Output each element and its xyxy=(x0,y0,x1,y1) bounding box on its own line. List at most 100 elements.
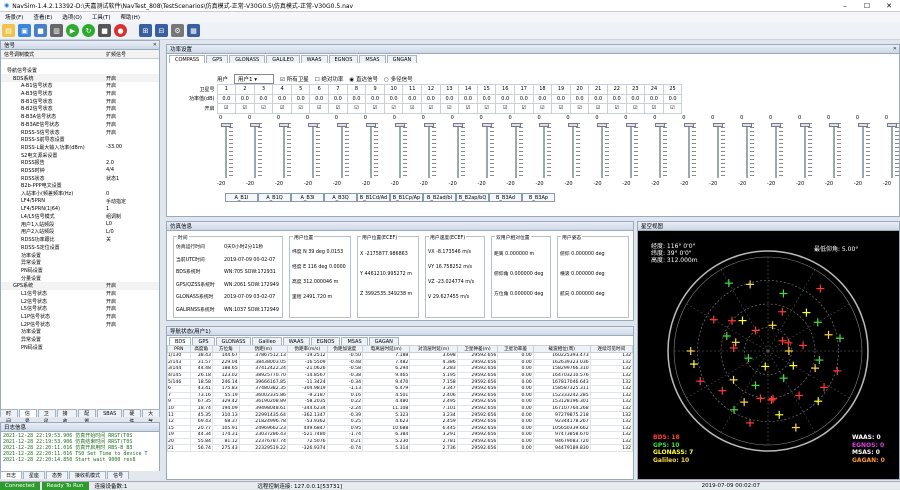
nav-row[interactable]: 7 73.16 55.19 36002335.86 -9.2187 0.16 4.501 2.… xyxy=(167,391,633,400)
tree-row[interactable]: PN码设置 xyxy=(1,267,159,275)
nav-col-header[interactable]: 卫星功率差 xyxy=(497,345,534,353)
tree-row[interactable]: RDSS-S信号状态 开启 xyxy=(1,128,159,136)
tree-tab[interactable]: 大气 xyxy=(142,409,161,425)
nav-tab[interactable]: Galileo xyxy=(252,337,282,345)
log-tab[interactable]: 日志 xyxy=(0,471,23,479)
satellite-marker[interactable] xyxy=(824,330,833,339)
sat-enable-checkbox[interactable]: ☑ xyxy=(253,103,274,114)
satellite-marker[interactable] xyxy=(813,318,822,327)
satellite-marker[interactable] xyxy=(833,366,842,375)
slider-thumb[interactable] xyxy=(626,123,637,127)
slider-thumb[interactable] xyxy=(394,123,405,127)
tree-tab[interactable]: SBAS xyxy=(97,409,123,417)
refresh-icon[interactable]: ↻ xyxy=(82,24,95,37)
nav-row[interactable]: 4/145 26.18 123.02 38925770.70 -14.8567 -0.38… xyxy=(167,371,633,380)
power-value-input[interactable]: 0.0 xyxy=(476,93,497,104)
satellite-marker[interactable] xyxy=(811,364,820,373)
power-value-input[interactable]: 0.0 xyxy=(383,93,404,104)
sat-enable-checkbox[interactable]: ☑ xyxy=(328,103,348,114)
power-slider[interactable]: 0 -20 xyxy=(246,115,264,191)
tree-row[interactable]: 功率设置 xyxy=(1,251,159,259)
sat-enable-checkbox[interactable]: ☑ xyxy=(290,103,311,114)
nav-tab[interactable]: GAGAN xyxy=(368,337,399,345)
power-value-input[interactable]: 0.0 xyxy=(551,93,571,104)
sat-enable-checkbox[interactable]: ☑ xyxy=(606,103,627,114)
slider-thumb[interactable] xyxy=(452,123,463,127)
power-value-input[interactable]: 0.0 xyxy=(290,93,311,104)
nav-row[interactable]: 10 18.74 194.09 39498048.61 -344.6234 -2.24 11… xyxy=(167,404,633,413)
nav-col-header[interactable]: 电离层时延(m) xyxy=(362,345,411,353)
nav-col-header[interactable]: 高度角 xyxy=(189,345,213,353)
power-slider[interactable]: 0 -20 xyxy=(622,115,640,191)
tree-row[interactable] xyxy=(1,59,159,67)
nav-row[interactable]: 5/146 18.58 246.14 39666167.85 -11.3424 -0.34… xyxy=(167,378,633,386)
power-slider[interactable]: 0 -20 xyxy=(333,115,351,191)
power-value-input[interactable]: 0.0 xyxy=(625,93,646,104)
power-slider[interactable]: 0 -20 xyxy=(796,115,814,191)
satellite-marker[interactable] xyxy=(815,356,824,365)
sat-enable-checkbox[interactable]: ☑ xyxy=(551,103,571,114)
satellite-marker[interactable] xyxy=(767,395,776,404)
satellite-marker[interactable] xyxy=(802,308,811,317)
power-value-input[interactable]: 0.0 xyxy=(216,93,237,104)
nav-tab[interactable]: BDS xyxy=(169,337,192,345)
power-slider[interactable]: 0 -20 xyxy=(680,115,698,191)
network2-icon[interactable]: ⊟ xyxy=(155,24,168,37)
signal-button[interactable]: B_B3Ad xyxy=(489,193,522,202)
print-icon[interactable]: ▥ xyxy=(50,24,63,37)
abs-power-checkbox[interactable]: ☐ 绝对功率 xyxy=(315,75,344,83)
sat-enable-checkbox[interactable]: ☑ xyxy=(383,103,404,114)
sat-enable-checkbox[interactable]: ☑ xyxy=(495,103,515,114)
tree-row[interactable]: LF4/5PRN 手动指定 xyxy=(1,197,159,205)
power-value-input[interactable]: 0.0 xyxy=(365,93,385,104)
power-value-input[interactable]: 0.0 xyxy=(439,93,460,104)
slider-thumb[interactable] xyxy=(655,123,666,127)
slider-thumb[interactable] xyxy=(597,123,608,127)
satellite-marker[interactable] xyxy=(738,316,747,325)
power-value-input[interactable]: 0.0 xyxy=(644,93,664,104)
power-slider[interactable]: 0 -20 xyxy=(449,115,467,191)
satellite-marker[interactable] xyxy=(756,394,765,403)
slider-thumb[interactable] xyxy=(510,123,521,127)
power-slider[interactable]: 0 -20 xyxy=(535,115,553,191)
satellite-marker[interactable] xyxy=(814,397,823,406)
menu-view[interactable]: 查看(E) xyxy=(28,13,57,21)
slider-thumb[interactable] xyxy=(828,123,839,127)
nav-row[interactable]: 20 55.84 81.12 22376787.74 72.5076 0.21 5.230 2… xyxy=(167,437,633,446)
satellite-marker[interactable] xyxy=(724,279,733,288)
satellite-marker[interactable] xyxy=(744,354,753,363)
direct-radio[interactable]: ◉ 直达信号 xyxy=(349,75,378,83)
nav-tab[interactable]: GLONASS xyxy=(215,337,252,345)
power-value-input[interactable]: 0.0 xyxy=(253,93,274,104)
slider-thumb[interactable] xyxy=(481,123,492,127)
log-tab[interactable]: 接收机模式 xyxy=(69,471,107,479)
tree-row[interactable]: L1P信号状态 开启 xyxy=(1,313,159,321)
tree-tab[interactable]: 卫星 xyxy=(37,409,56,425)
power-slider[interactable]: 0 -20 xyxy=(854,115,872,191)
power-value-input[interactable]: 0.0 xyxy=(495,93,515,104)
power-tab[interactable]: GPS xyxy=(206,55,229,63)
satellite-marker[interactable] xyxy=(686,347,695,355)
power-slider[interactable]: 0 -20 xyxy=(709,115,727,191)
tree-row[interactable]: GPS系统 开启 xyxy=(1,281,159,290)
satellite-marker[interactable] xyxy=(789,361,798,370)
satellite-marker[interactable] xyxy=(795,391,804,400)
minimize-button[interactable]: – xyxy=(834,0,856,12)
sat-enable-checkbox[interactable]: ☑ xyxy=(514,103,534,114)
tree-row[interactable]: L1信号状态 开启 xyxy=(1,290,159,298)
power-slider[interactable]: 0 -20 xyxy=(767,115,785,191)
close-button[interactable]: ✕ xyxy=(878,0,900,12)
slider-thumb[interactable] xyxy=(221,123,231,127)
open-icon[interactable]: ▣ xyxy=(18,24,31,37)
signal-button[interactable]: B_B2ap/bQ xyxy=(456,193,489,202)
power-slider[interactable]: 0 -20 xyxy=(593,115,611,191)
satellite-marker[interactable] xyxy=(779,289,788,298)
nav-tab[interactable]: EGNOS xyxy=(310,337,341,345)
tree-row[interactable]: L2P信号状态 开启 xyxy=(1,320,159,328)
satellite-marker[interactable] xyxy=(751,381,760,390)
log-tab[interactable]: 态势 xyxy=(46,471,69,479)
sat-enable-checkbox[interactable]: ☑ xyxy=(476,103,497,114)
slider-thumb[interactable] xyxy=(568,123,579,127)
satellite-marker[interactable] xyxy=(775,410,784,419)
tree-row[interactable]: B-B3A信号状态 开启 xyxy=(1,113,159,121)
